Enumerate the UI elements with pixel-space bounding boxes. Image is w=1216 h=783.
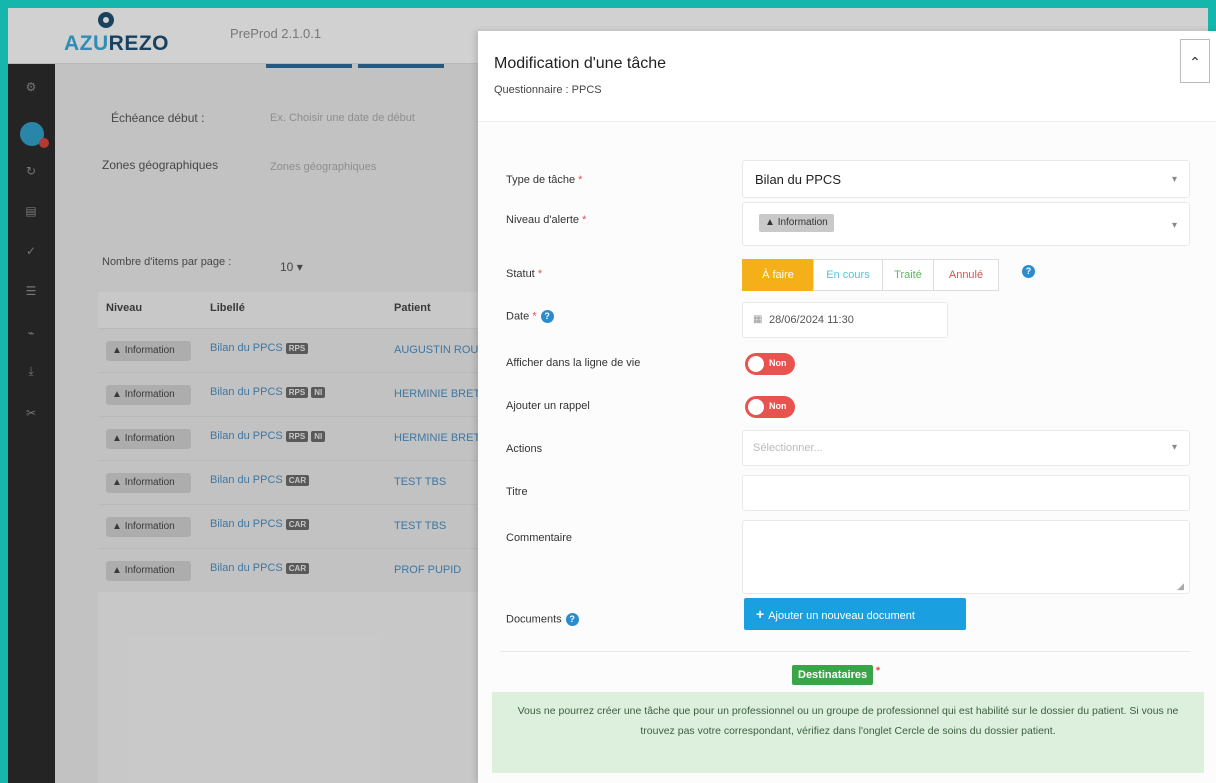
status-traite-button[interactable]: Traité — [882, 259, 934, 291]
documents-label: Documents? — [506, 613, 579, 626]
info-alert: Vous ne pourrez créer une tâche que pour… — [492, 692, 1204, 773]
rappel-label: Ajouter un rappel — [506, 400, 590, 412]
type-select[interactable]: Bilan du PPCS ▾ — [742, 160, 1190, 198]
date-input[interactable]: ▦ 28/06/2024 11:30 — [742, 302, 948, 338]
help-icon[interactable]: ? — [565, 613, 579, 626]
alert-level-tag: ▲ Information — [759, 214, 834, 232]
timeline-label: Afficher dans la ligne de vie — [506, 357, 641, 369]
status-button-group: À faire En cours Traité Annulé — [742, 259, 999, 291]
commentaire-textarea[interactable] — [742, 520, 1190, 594]
timeline-toggle[interactable]: Non — [745, 353, 795, 375]
modal-subtitle: Questionnaire : PPCS — [494, 84, 602, 96]
modal-body: Type de tâche * Bilan du PPCS ▾ Niveau d… — [478, 121, 1216, 783]
help-icon: ? — [1022, 265, 1035, 279]
modal-title: Modification d'une tâche — [494, 55, 667, 72]
type-label: Type de tâche * — [506, 174, 583, 186]
collapse-button[interactable]: ⌃ — [1180, 39, 1210, 83]
titre-input[interactable] — [742, 475, 1190, 511]
actions-select[interactable]: Sélectionner... ▾ — [742, 430, 1190, 466]
status-en-cours-button[interactable]: En cours — [813, 259, 883, 291]
chevron-up-icon: ⌃ — [1189, 54, 1201, 70]
titre-label: Titre — [506, 486, 528, 498]
chevron-down-icon: ▾ — [1171, 442, 1177, 453]
status-a-faire-button[interactable]: À faire — [742, 259, 814, 291]
date-label: Date *? — [506, 310, 554, 323]
status-help[interactable]: ? — [1018, 264, 1035, 279]
chevron-down-icon: ▾ — [1171, 174, 1177, 185]
destinataires-badge: Destinataires — [792, 661, 880, 685]
resize-handle[interactable]: ◢ — [1177, 581, 1184, 592]
commentaire-label: Commentaire — [506, 532, 573, 544]
statut-label: Statut * — [506, 268, 543, 280]
edit-task-modal: Modification d'une tâche Questionnaire :… — [478, 31, 1216, 783]
status-annule-button[interactable]: Annulé — [933, 259, 999, 291]
niveau-select[interactable]: ▲ Information ▾ — [742, 202, 1190, 246]
chevron-down-icon: ▾ — [1171, 220, 1177, 231]
add-document-button[interactable]: + Ajouter un nouveau document — [744, 598, 966, 630]
divider — [500, 651, 1190, 652]
calendar-icon: ▦ — [753, 314, 763, 325]
rappel-toggle[interactable]: Non — [745, 396, 795, 418]
plus-icon: + — [756, 606, 765, 622]
help-icon[interactable]: ? — [540, 310, 554, 323]
actions-label: Actions — [506, 443, 543, 455]
modal-header: Modification d'une tâche Questionnaire :… — [478, 31, 1216, 121]
niveau-label: Niveau d'alerte * — [506, 214, 587, 226]
